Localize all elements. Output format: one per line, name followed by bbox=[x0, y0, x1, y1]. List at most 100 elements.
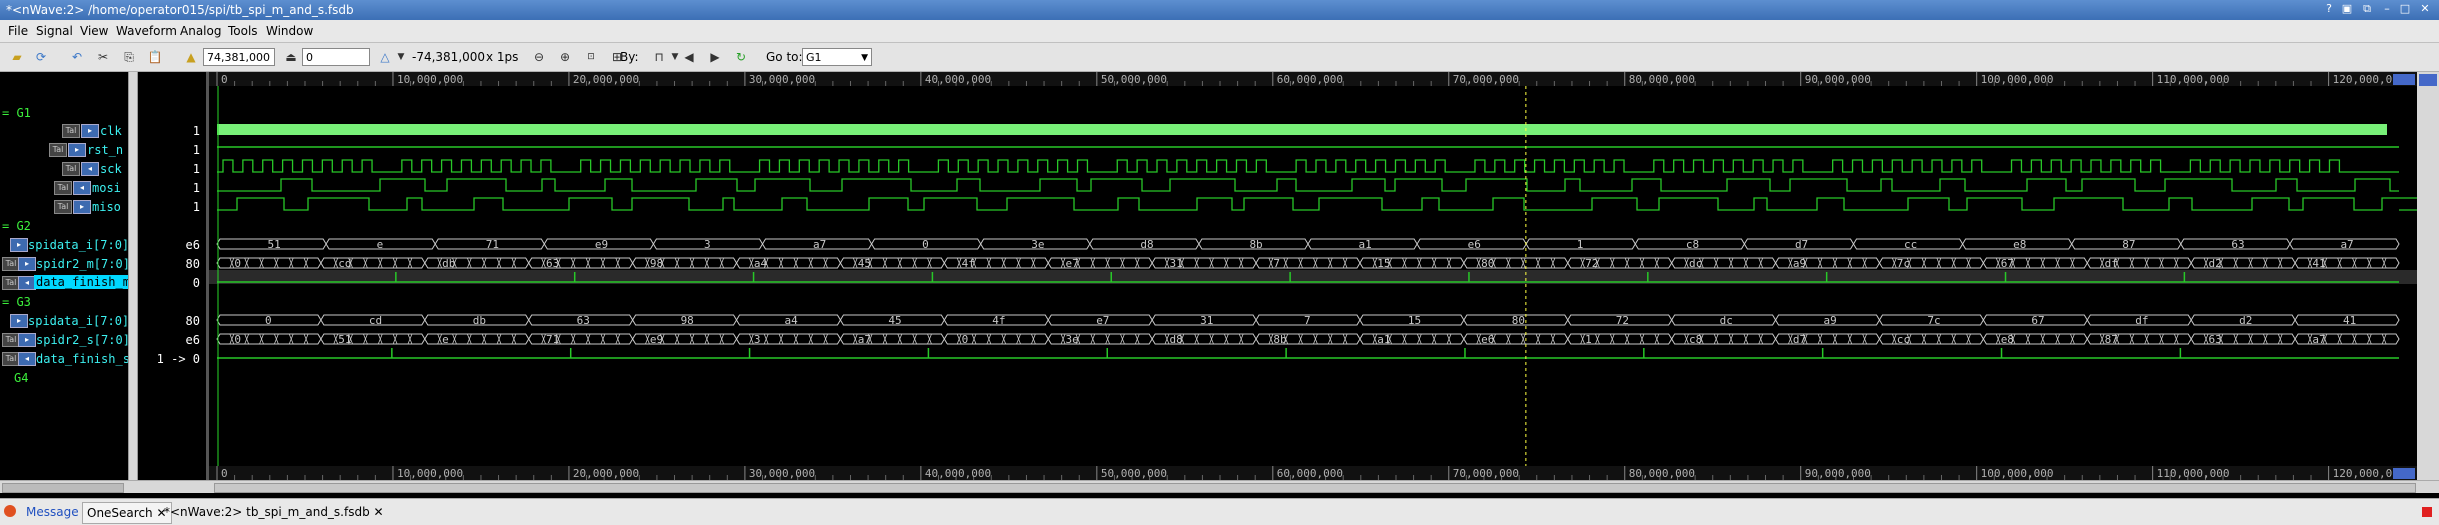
signal-g3-data-finish-s[interactable]: data_finish_s bbox=[36, 352, 130, 366]
cut-icon[interactable]: ✂ bbox=[94, 48, 112, 66]
bus-transition bbox=[1966, 257, 1971, 269]
bus-value-label: d7 bbox=[1795, 238, 1808, 251]
marker-time-field[interactable]: 0 bbox=[302, 48, 370, 66]
name-scroll-thumb[interactable] bbox=[2, 483, 124, 493]
tab-onesearch[interactable]: OneSearch ✕ bbox=[82, 502, 172, 524]
zoom-fit-icon[interactable]: ⊡ bbox=[582, 48, 600, 66]
bus-transition bbox=[1001, 333, 1007, 345]
group-g1[interactable]: = G1 bbox=[2, 106, 31, 120]
bus-segment bbox=[2086, 257, 2192, 269]
toolbar: ▰ ⟳ ↶ ✂ ⎘ 📋 ▲ 74,381,000 ⏏ 0 △ ▼ -74,381… bbox=[0, 43, 2439, 72]
marker-icon[interactable]: ⏏ bbox=[282, 48, 300, 66]
menu-file[interactable]: File bbox=[8, 24, 28, 38]
bus-value-label: e8 bbox=[2013, 238, 2026, 251]
signal-mosi[interactable]: mosi bbox=[92, 181, 121, 195]
paste-icon[interactable]: 📋 bbox=[146, 48, 164, 66]
signal-g2-spidata-i[interactable]: spidata_i[7:0] bbox=[28, 238, 129, 252]
bus-transition bbox=[1758, 257, 1764, 269]
bus-segment bbox=[632, 333, 738, 345]
bus-transition bbox=[2277, 257, 2283, 269]
help-icon[interactable]: ? bbox=[2322, 2, 2336, 16]
maximize-icon[interactable]: □ bbox=[2398, 2, 2412, 16]
undo-icon[interactable]: ↶ bbox=[68, 48, 86, 66]
signal-value: 1 -> 0 bbox=[156, 352, 200, 366]
bus-transition bbox=[1327, 333, 1333, 345]
group-g3[interactable]: = G3 bbox=[2, 295, 31, 309]
menu-signal[interactable]: Signal bbox=[36, 24, 73, 38]
tab-nwave[interactable]: *<nWave:2> tb_spi_m_and_s.fsdb ✕ bbox=[160, 502, 388, 522]
bus-value-label: a7 bbox=[2340, 238, 2353, 251]
input-port-icon: ▸ bbox=[73, 200, 91, 214]
menu-window[interactable]: Window bbox=[266, 24, 313, 38]
bus-segment bbox=[1047, 333, 1153, 345]
signal-g2-spidr2-m[interactable]: spidr2_m[7:0] bbox=[36, 257, 130, 271]
bus-transition bbox=[1743, 333, 1749, 345]
waveform-panel[interactable]: 0 10,000,000 20,000,000 30,000,000 40,000,00… bbox=[209, 72, 2439, 480]
restore-icon[interactable]: ▣ bbox=[2340, 2, 2354, 16]
bus-transition bbox=[2263, 333, 2268, 345]
signal-rst-n[interactable]: rst_n bbox=[87, 143, 123, 157]
open-icon[interactable]: ▰ bbox=[8, 48, 26, 66]
search-backward-icon[interactable]: ◀ bbox=[680, 48, 698, 66]
vertical-scrollbar[interactable] bbox=[2417, 72, 2439, 480]
chevron-down-icon[interactable]: ▼ bbox=[392, 48, 410, 66]
bus-transition bbox=[1817, 257, 1823, 269]
bus-segment bbox=[1359, 257, 1465, 269]
bus-segment bbox=[1255, 333, 1361, 345]
bus-value-label: 1 bbox=[1585, 333, 1592, 346]
bus-transition bbox=[1624, 257, 1630, 269]
undock-icon[interactable]: ⧉ bbox=[2360, 2, 2374, 16]
menu-view[interactable]: View bbox=[80, 24, 108, 38]
zoom-in-icon[interactable]: ⊕ bbox=[556, 48, 574, 66]
cursor-time-field[interactable]: 74,381,000 bbox=[203, 48, 275, 66]
bus-transition bbox=[1016, 257, 1021, 269]
bus-transition bbox=[1580, 333, 1585, 345]
bus-transition bbox=[1090, 333, 1096, 345]
menu-tools[interactable]: Tools bbox=[228, 24, 258, 38]
bus-transition bbox=[1402, 257, 1407, 269]
group-g4[interactable]: G4 bbox=[14, 371, 28, 385]
signal-clk[interactable]: clk bbox=[100, 124, 122, 138]
scroll-thumb[interactable] bbox=[2419, 74, 2437, 86]
signal-g2-data-finish-m[interactable]: data_finish_m bbox=[34, 275, 132, 289]
signal-sck[interactable]: sck bbox=[100, 162, 122, 176]
bus-segment bbox=[528, 333, 634, 345]
group-g2[interactable]: = G2 bbox=[2, 219, 31, 233]
minimize-icon[interactable]: – bbox=[2380, 2, 2394, 16]
bus-transition bbox=[2055, 333, 2060, 345]
zoom-out-icon[interactable]: ⊖ bbox=[530, 48, 548, 66]
search-forward-icon[interactable]: ▶ bbox=[706, 48, 724, 66]
signal-value-panel: 1 1 1 1 1 e6 80 0 80 e6 1 -> 0 bbox=[140, 72, 206, 480]
close-icon[interactable]: ✕ bbox=[374, 505, 384, 519]
bus-transition bbox=[1342, 333, 1348, 345]
bus-transition bbox=[2025, 257, 2031, 269]
signal-name-panel: = G1 Tal ▸ clk Tal ▸ rst_n Tal ◂ sck Tal… bbox=[0, 72, 132, 480]
reload-icon[interactable]: ⟳ bbox=[32, 48, 50, 66]
signal-g3-spidata-i[interactable]: spidata_i[7:0] bbox=[28, 314, 129, 328]
bus-transition bbox=[1535, 333, 1541, 345]
bus-transition bbox=[496, 257, 502, 269]
waveform-canvas[interactable]: 0 10,000,000 20,000,000 30,000,000 40,000,00… bbox=[209, 72, 2439, 480]
name-panel-splitter[interactable] bbox=[128, 72, 138, 480]
chevron-down-icon[interactable]: ▼ bbox=[861, 49, 868, 67]
refresh-icon[interactable]: ↻ bbox=[732, 48, 750, 66]
menu-analog[interactable]: Analog bbox=[180, 24, 221, 38]
copy-icon[interactable]: ⎘ bbox=[120, 48, 138, 66]
bus-transition bbox=[2129, 257, 2135, 269]
close-icon[interactable]: ✕ bbox=[2418, 2, 2432, 16]
horizontal-scrollbar[interactable] bbox=[0, 480, 2439, 493]
tab-message[interactable]: Message bbox=[22, 502, 83, 522]
menu-waveform[interactable]: Waveform bbox=[116, 24, 177, 38]
bus-segment bbox=[1255, 257, 1361, 269]
ruler-label: 20,000,000 bbox=[573, 467, 639, 480]
cursor-icon[interactable]: ▲ bbox=[182, 48, 200, 66]
bus-transition bbox=[541, 257, 546, 269]
bus-transition bbox=[1238, 333, 1244, 345]
signal-miso[interactable]: miso bbox=[92, 200, 121, 214]
bus-transition bbox=[808, 333, 814, 345]
ruler-label: 100,000,000 bbox=[1981, 73, 2054, 86]
signal-g3-spidr2-s[interactable]: spidr2_s[7:0] bbox=[36, 333, 130, 347]
bus-value-label: dc bbox=[1689, 257, 1702, 270]
wave-scroll-thumb[interactable] bbox=[214, 483, 2416, 493]
goto-select[interactable]: G1 ▼ bbox=[802, 48, 872, 66]
